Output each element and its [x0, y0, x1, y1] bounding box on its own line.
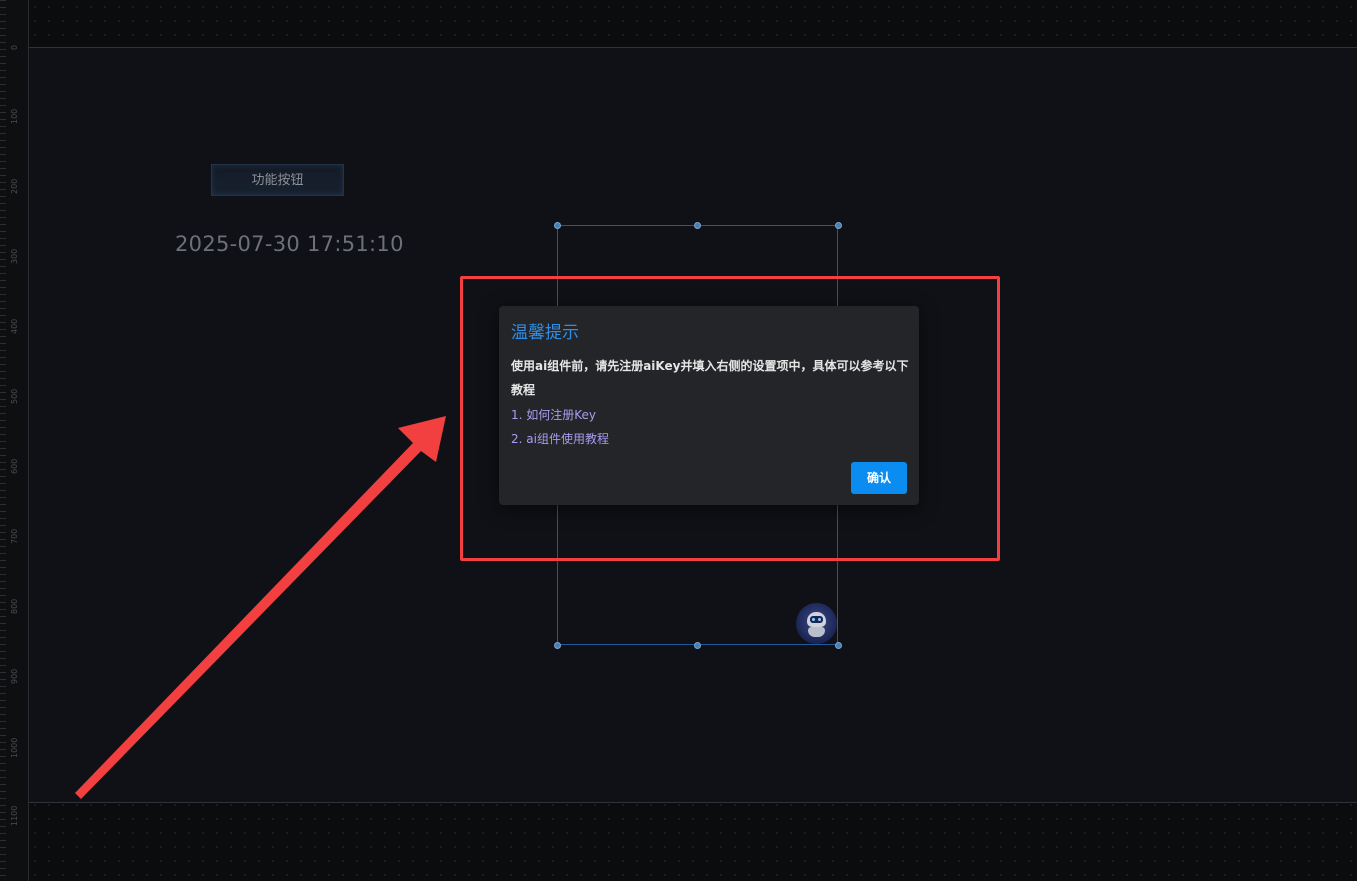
function-button[interactable]: 功能按钮	[211, 164, 344, 196]
ruler-label: 200	[10, 178, 19, 194]
datetime-display: 2025-07-30 17:51:10	[175, 232, 404, 256]
ai-tutorial-link[interactable]: 2. ai组件使用教程	[511, 430, 609, 447]
ruler-label: 0	[10, 44, 19, 50]
vertical-ruler: 0 100 200 300 400 500 600 700 800 900 10…	[0, 0, 29, 881]
register-key-link[interactable]: 1. 如何注册Key	[511, 406, 596, 423]
resize-handle-top-left[interactable]	[554, 222, 561, 229]
ruler-label: 500	[10, 388, 19, 404]
robot-eye	[818, 618, 821, 621]
ruler-label: 300	[10, 248, 19, 264]
ruler-label: 1000	[10, 737, 19, 758]
ruler-label: 1100	[10, 805, 19, 826]
resize-handle-top[interactable]	[694, 222, 701, 229]
ruler-label: 400	[10, 318, 19, 334]
robot-eye	[812, 618, 815, 621]
dialog-title: 温馨提示	[511, 323, 579, 343]
dialog-message: 使用ai组件前，请先注册aiKey并填入右侧的设置项中，具体可以参考以下教程	[511, 359, 909, 397]
ruler-label: 100	[10, 108, 19, 124]
editor-workspace: 0 100 200 300 400 500 600 700 800 900 10…	[0, 0, 1357, 881]
robot-body	[808, 627, 825, 637]
ruler-label: 600	[10, 458, 19, 474]
ruler-label: 700	[10, 528, 19, 544]
resize-handle-bottom[interactable]	[694, 642, 701, 649]
ruler-label: 900	[10, 668, 19, 684]
robot-icon[interactable]	[796, 603, 837, 644]
tips-dialog: 温馨提示 使用ai组件前，请先注册aiKey并填入右侧的设置项中，具体可以参考以…	[499, 306, 919, 505]
resize-handle-bottom-left[interactable]	[554, 642, 561, 649]
resize-handle-top-right[interactable]	[835, 222, 842, 229]
confirm-button[interactable]: 确认	[851, 462, 907, 494]
resize-handle-bottom-right[interactable]	[835, 642, 842, 649]
ruler-label: 800	[10, 598, 19, 614]
